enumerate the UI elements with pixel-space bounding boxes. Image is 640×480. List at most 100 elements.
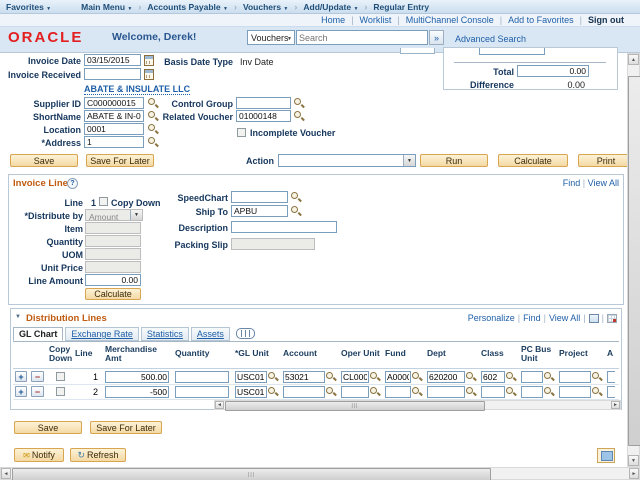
speedchart-input[interactable] [231,191,288,203]
calculate-button[interactable]: Calculate [498,154,568,167]
calendar-icon[interactable] [144,69,154,80]
search-input[interactable] [296,30,428,45]
line-calculate-button[interactable]: Calculate [85,288,141,300]
print-button[interactable]: Print [578,154,634,167]
tab-assets[interactable]: Assets [190,327,230,341]
action-dropdown[interactable]: ▼ [278,154,416,167]
lookup-icon[interactable] [148,124,158,134]
oper-unit-input[interactable] [341,385,369,398]
lookup-icon[interactable] [412,386,422,397]
lookup-icon[interactable] [294,111,304,121]
lookup-icon[interactable] [294,98,304,108]
quantity-input[interactable] [175,385,229,398]
grid-horizontal-scrollbar[interactable]: ◄ ||| ► [214,400,621,411]
dept-input[interactable] [427,385,465,398]
breadcrumb-accounts-payable[interactable]: Accounts Payable ▼ [147,2,228,12]
location-input[interactable] [84,123,144,135]
personalize-link[interactable]: Personalize [468,313,515,323]
invoice-received-input[interactable] [84,68,141,80]
account-input[interactable] [283,385,325,398]
lookup-icon[interactable] [592,386,602,397]
footer-save-button[interactable]: Save [14,421,82,434]
oper-unit-input[interactable] [341,370,369,383]
lookup-icon[interactable] [148,137,158,147]
lookup-icon[interactable] [466,386,476,397]
run-button[interactable]: Run [420,154,488,167]
tab-statistics[interactable]: Statistics [140,327,189,341]
delete-row-button[interactable]: − [31,386,44,397]
distribution-find-link[interactable]: Find [523,313,541,323]
lookup-icon[interactable] [291,206,301,216]
breadcrumb-favorites[interactable]: Favorites ▼ [6,2,51,12]
merchandise-amt-input[interactable] [105,385,169,398]
invoice-lines-view-all-link[interactable]: View All [588,178,619,188]
ship-to-input[interactable] [231,205,288,217]
lookup-icon[interactable] [291,192,301,202]
help-icon[interactable]: ? [67,178,78,189]
lookup-icon[interactable] [268,371,278,382]
merchandise-amt-input[interactable] [105,370,169,383]
scroll-right-arrow[interactable]: ► [629,468,639,479]
download-to-excel-icon[interactable] [607,313,617,323]
invoice-lines-find-link[interactable]: Find [563,178,581,188]
home-link[interactable]: Home [321,15,345,25]
distribution-view-all-link[interactable]: View All [549,313,580,323]
quantity-input[interactable] [175,370,229,383]
control-group-input[interactable] [236,97,291,109]
add-to-favorites-link[interactable]: Add to Favorites [508,15,574,25]
zoom-grid-icon[interactable] [588,313,599,323]
vertical-scrollbar[interactable]: ▲ ▼ [627,53,640,467]
fund-input[interactable] [385,370,411,383]
dept-input[interactable] [427,370,465,383]
lookup-icon[interactable] [506,386,516,397]
pc-bus-unit-input[interactable] [521,370,543,383]
save-button[interactable]: Save [10,154,78,167]
scroll-left-arrow[interactable]: ◄ [1,468,11,479]
lookup-icon[interactable] [544,386,554,397]
collapse-triangle-icon[interactable]: ▼ [15,314,21,320]
lookup-icon[interactable] [326,371,336,382]
breadcrumb-main-menu[interactable]: Main Menu ▼ [81,2,132,12]
multichannel-console-link[interactable]: MultiChannel Console [406,15,494,25]
gl-unit-input[interactable] [235,370,267,383]
tab-gl-chart[interactable]: GL Chart [13,327,64,341]
refresh-button[interactable]: ↻ Refresh [70,448,126,462]
tab-exchange-rate[interactable]: Exchange Rate [65,327,139,341]
scroll-left-arrow[interactable]: ◄ [215,401,224,409]
related-voucher-input[interactable] [236,110,291,122]
notify-button[interactable]: ✉ Notify [14,448,64,462]
class-input[interactable] [481,385,505,398]
incomplete-voucher-checkbox[interactable] [237,128,246,137]
advanced-search-link[interactable]: Advanced Search [455,34,526,44]
class-input[interactable] [481,370,505,383]
search-scope-dropdown[interactable]: Vouchers ▼ [247,30,295,45]
address-input[interactable] [84,136,144,148]
scrollbar-thumb[interactable]: ||| [12,468,491,480]
add-row-button[interactable]: + [15,386,27,397]
footer-save-for-later-button[interactable]: Save For Later [90,421,162,434]
account-input[interactable] [283,370,325,383]
fund-input[interactable] [385,385,411,398]
gl-unit-input[interactable] [235,385,267,398]
scroll-up-arrow[interactable]: ▲ [628,54,639,65]
lookup-icon[interactable] [544,371,554,382]
description-input[interactable] [231,221,337,233]
row-copy-down-checkbox[interactable] [55,387,65,396]
show-all-tabs-icon[interactable] [235,328,255,339]
lookup-icon[interactable] [412,371,422,382]
copy-down-checkbox[interactable] [99,197,108,206]
worklist-link[interactable]: Worklist [360,15,392,25]
total-input[interactable] [517,65,589,77]
scrollbar-thumb[interactable] [628,76,640,446]
project-input[interactable] [559,370,591,383]
breadcrumb-add-update[interactable]: Add/Update ▼ [303,2,358,12]
save-for-later-button[interactable]: Save For Later [86,154,154,167]
scrollbar-thumb[interactable]: ||| [225,401,485,411]
pc-bus-unit-input[interactable] [521,385,543,398]
scroll-right-arrow[interactable]: ► [611,401,620,409]
delete-row-button[interactable]: − [31,371,44,382]
lookup-icon[interactable] [370,386,380,397]
lookup-icon[interactable] [268,386,278,397]
row-copy-down-checkbox[interactable] [55,372,65,381]
project-input[interactable] [559,385,591,398]
